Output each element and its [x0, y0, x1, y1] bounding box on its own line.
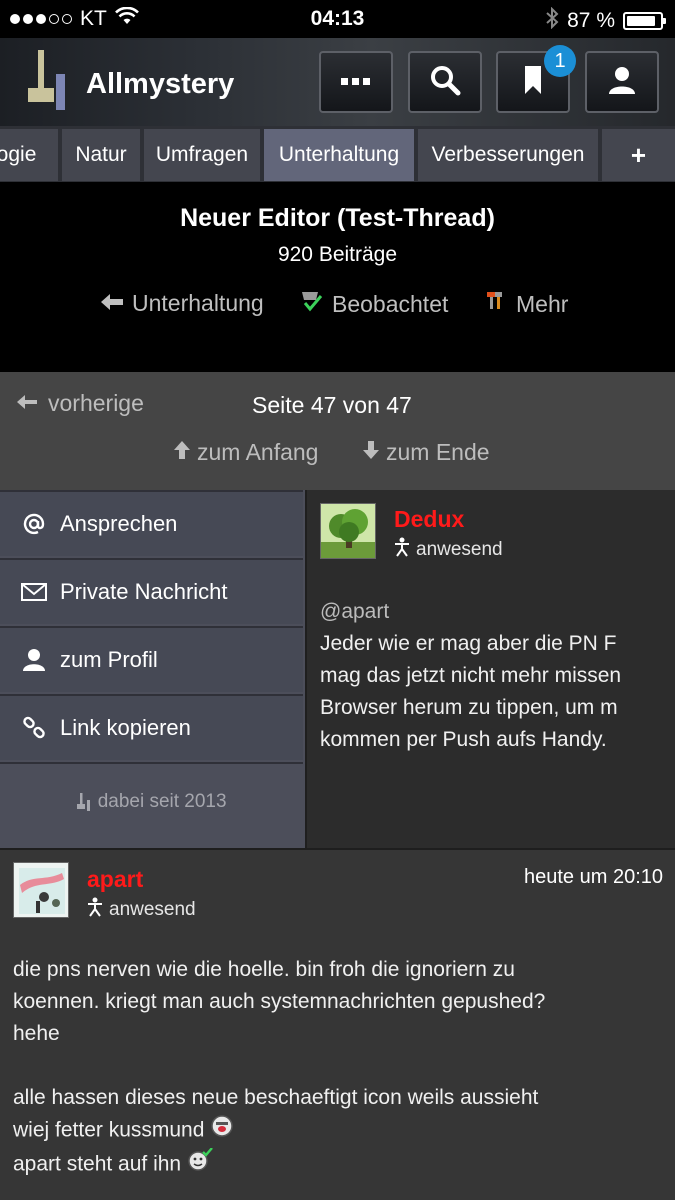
- watch-thread-link[interactable]: Beobachtet: [300, 290, 448, 318]
- private-message-button[interactable]: Private Nachricht: [0, 558, 303, 624]
- category-tabs: logie Natur Umfragen Unterhaltung Verbes…: [0, 126, 675, 182]
- user-icon: [20, 648, 48, 672]
- user-icon: [607, 65, 637, 100]
- add-category-button[interactable]: +: [602, 129, 675, 181]
- post-count: 920 Beiträge: [277, 243, 398, 266]
- notification-badge: 1: [544, 45, 576, 77]
- thread-title: Neuer Editor (Test-Thread): [180, 204, 495, 232]
- post: Dedux anwesend @apart Jeder wie er mag a…: [305, 490, 675, 848]
- approving-smiley-icon: [187, 1147, 213, 1182]
- search-button[interactable]: [408, 51, 482, 113]
- tab-category[interactable]: Umfragen: [144, 129, 260, 181]
- avatar[interactable]: [13, 862, 69, 918]
- bookmark-icon: [523, 65, 543, 100]
- bookmarks-button[interactable]: 1: [496, 45, 576, 113]
- avatar[interactable]: [320, 503, 376, 559]
- user-context-menu: Ansprechen Private Nachricht zum Profil …: [0, 490, 305, 848]
- brand-name[interactable]: Allmystery: [86, 68, 234, 101]
- busy-kiss-smiley-icon: [210, 1114, 234, 1148]
- tab-category-active[interactable]: Unterhaltung: [264, 129, 414, 181]
- person-icon: [394, 537, 410, 563]
- arrow-up-icon: [173, 439, 191, 466]
- more-dots-icon: [340, 73, 372, 91]
- post-body: die pns nerven wie die hoelle. bin froh …: [13, 954, 663, 1182]
- post-body: @apart Jeder wie er mag aber die PN F ma…: [320, 600, 622, 751]
- status-bar: KT 04:13 87 %: [0, 0, 675, 38]
- at-icon: [20, 513, 48, 535]
- thread-header: Neuer Editor (Test-Thread) 920 Beiträge …: [0, 182, 675, 372]
- tab-category[interactable]: Natur: [62, 129, 140, 181]
- search-icon: [429, 64, 461, 101]
- post-timestamp: heute um 20:10: [524, 866, 663, 888]
- mention-user-button[interactable]: Ansprechen: [0, 490, 303, 556]
- back-to-category-link[interactable]: Unterhaltung: [100, 290, 264, 317]
- battery-icon: [623, 12, 666, 30]
- envelope-icon: [20, 583, 48, 601]
- menu-button[interactable]: [319, 51, 393, 113]
- copy-link-button[interactable]: Link kopieren: [0, 694, 303, 760]
- app-header: Allmystery 1: [0, 38, 675, 126]
- person-icon: [87, 897, 103, 923]
- more-options-link[interactable]: Mehr: [484, 290, 568, 318]
- jump-to-start-link[interactable]: zum Anfang: [173, 439, 318, 466]
- tab-category[interactable]: logie: [0, 129, 58, 181]
- bluetooth-icon: [545, 6, 559, 35]
- tab-category[interactable]: Verbesserungen: [418, 129, 598, 181]
- allmystery-small-icon: [76, 791, 97, 812]
- arrow-down-icon: [362, 439, 380, 466]
- arrow-left-icon: [16, 390, 38, 417]
- link-icon: [20, 716, 48, 740]
- arrow-left-icon: [100, 290, 124, 317]
- post-author[interactable]: Dedux: [394, 506, 464, 533]
- post: apart anwesend heute um 20:10 die pns ne…: [0, 848, 675, 1200]
- pagination-bar: vorherige Seite 47 von 47 zum Anfang zum…: [0, 372, 675, 490]
- allmystery-logo[interactable]: [26, 48, 70, 112]
- watch-check-icon: [300, 290, 324, 318]
- view-profile-button[interactable]: zum Profil: [0, 626, 303, 692]
- previous-page-link[interactable]: vorherige: [16, 390, 144, 417]
- page-indicator: Seite 47 von 47: [252, 392, 412, 418]
- post-author[interactable]: apart: [87, 866, 143, 893]
- jump-to-end-link[interactable]: zum Ende: [362, 439, 490, 466]
- tools-icon: [484, 290, 508, 318]
- member-since: dabei seit 2013: [0, 762, 303, 848]
- profile-button[interactable]: [585, 51, 659, 113]
- presence-status: anwesend: [87, 897, 196, 923]
- presence-status: anwesend: [394, 537, 503, 563]
- battery-percent: 87 %: [567, 9, 615, 32]
